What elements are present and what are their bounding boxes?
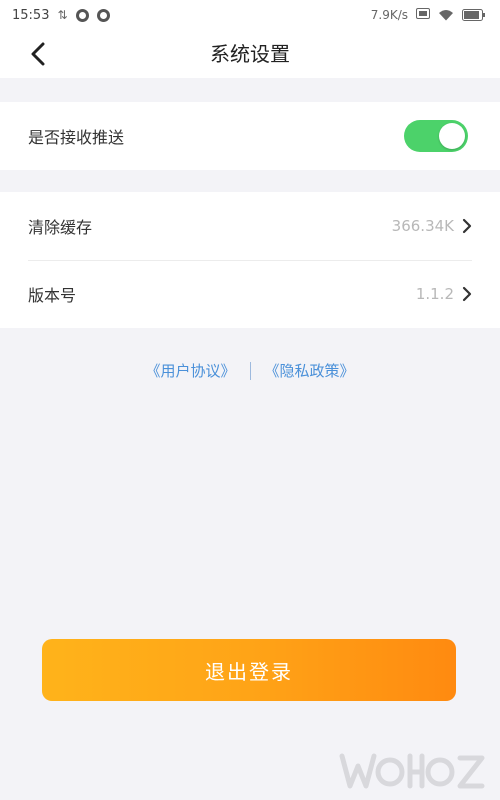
wifi-icon [438,9,454,21]
status-bar-right: 7.9K/s [370,7,486,23]
notification-icon [75,8,89,22]
nav-bar: 系统设置 [0,30,500,78]
battery-icon [462,9,486,21]
push-setting-row: 是否接收推送 [0,102,500,170]
page-title: 系统设置 [210,42,290,66]
version-label: 版本号 [28,286,77,305]
sync-icon: ⇅ [57,8,68,22]
chevron-right-icon [462,286,472,302]
status-bar-left: 15:53 ⇅ [12,8,110,23]
status-time: 15:53 [12,7,50,23]
notification-icon-2 [96,8,110,22]
version-value: 1.1.2 [415,285,454,303]
toggle-knob [439,123,465,149]
back-button[interactable] [20,36,56,72]
version-row[interactable]: 版本号 1.1.2 [0,260,500,328]
clear-cache-row[interactable]: 清除缓存 366.34K [0,192,500,260]
push-settings-group: 是否接收推送 [0,102,500,170]
user-agreement-link[interactable]: 《用户协议》 [145,360,235,381]
sim-icon [416,7,430,23]
cache-size-value: 366.34K [391,217,454,235]
watermark-logo [339,753,485,789]
link-divider [249,361,251,380]
push-toggle[interactable] [404,120,468,152]
logout-button[interactable]: 退出登录 [42,639,456,701]
status-bar: 15:53 ⇅ 7.9K/s [0,0,500,30]
push-setting-label: 是否接收推送 [28,128,125,147]
info-settings-group: 清除缓存 366.34K 版本号 1.1.2 [0,192,500,328]
network-speed: 7.9K/s [370,8,408,22]
agreement-links: 《用户协议》 《隐私政策》 [0,360,500,381]
chevron-left-icon [31,42,45,66]
privacy-policy-link[interactable]: 《隐私政策》 [265,360,355,381]
chevron-right-icon [462,218,472,234]
clear-cache-label: 清除缓存 [28,218,93,237]
